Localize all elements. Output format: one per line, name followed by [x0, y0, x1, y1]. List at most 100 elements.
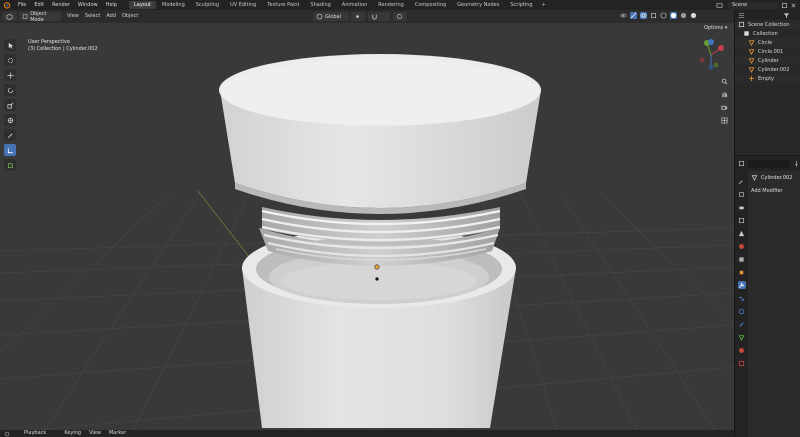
- annotate-tool[interactable]: [4, 129, 16, 141]
- tab-animation[interactable]: Animation: [337, 1, 373, 9]
- mesh-icon: [748, 58, 755, 64]
- outliner-row[interactable]: Scene Collection: [735, 20, 800, 29]
- viewport-canvas[interactable]: [0, 23, 734, 437]
- close-icon[interactable]: [790, 2, 797, 9]
- tab-data[interactable]: [738, 333, 746, 341]
- outliner-row[interactable]: Cylinder: [735, 56, 800, 65]
- tab-texture[interactable]: [738, 359, 746, 367]
- menu-add[interactable]: Add: [103, 10, 119, 23]
- blender-logo-icon[interactable]: [3, 1, 11, 9]
- tab-uv-editing[interactable]: UV Editing: [225, 1, 261, 9]
- menu-object[interactable]: Object: [119, 10, 141, 23]
- visibility-eye-icon[interactable]: [620, 12, 627, 19]
- navigation-gizmo[interactable]: [694, 38, 728, 72]
- shading-material-icon[interactable]: [680, 12, 687, 19]
- scale-tool[interactable]: [4, 99, 16, 111]
- add-workspace-button[interactable]: +: [539, 1, 549, 9]
- object-mode-icon: [22, 14, 28, 19]
- empty-icon: [748, 75, 755, 82]
- tab-compositing[interactable]: Compositing: [410, 1, 451, 9]
- timeline-editor-icon[interactable]: [4, 431, 10, 437]
- xray-icon[interactable]: [650, 12, 657, 19]
- properties-editor-icon[interactable]: [738, 160, 745, 167]
- menu-render[interactable]: Render: [48, 0, 74, 10]
- collection-info-label: (3) Collection | Cylinder.002: [28, 46, 98, 52]
- tab-render[interactable]: [738, 190, 746, 198]
- outliner-editor-icon[interactable]: [738, 12, 745, 19]
- cursor-tool[interactable]: [4, 54, 16, 66]
- tab-physics[interactable]: [738, 307, 746, 315]
- menu-view[interactable]: View: [64, 10, 82, 23]
- tab-world[interactable]: [738, 242, 746, 250]
- gizmo-toggle-icon[interactable]: [630, 12, 637, 19]
- add-cube-tool[interactable]: [4, 159, 16, 171]
- filter-icon[interactable]: [783, 12, 790, 19]
- select-tool[interactable]: [4, 39, 16, 51]
- outliner-row[interactable]: Collection: [735, 29, 800, 38]
- menu-timeline-view[interactable]: View: [85, 430, 105, 437]
- mesh-object-icon: [751, 175, 758, 181]
- mode-dropdown[interactable]: Object Mode: [19, 11, 61, 23]
- measure-tool[interactable]: [4, 144, 16, 156]
- scene-icon[interactable]: [716, 2, 723, 9]
- tab-layout[interactable]: Layout: [129, 1, 156, 9]
- add-cube-icon: [7, 162, 13, 168]
- move-tool[interactable]: [4, 69, 16, 81]
- pan-hand-icon[interactable]: [719, 89, 729, 99]
- 3d-viewport[interactable]: User Perspective (3) Collection | Cylind…: [0, 23, 734, 437]
- tab-shading[interactable]: Shading: [305, 1, 335, 9]
- tab-sculpting[interactable]: Sculpting: [191, 1, 224, 9]
- outliner-row[interactable]: Cylinder.002: [735, 65, 800, 74]
- tab-scene[interactable]: [738, 229, 746, 237]
- tab-collection[interactable]: [738, 255, 746, 263]
- snap-toggle[interactable]: [368, 12, 390, 21]
- rotate-tool[interactable]: [4, 84, 16, 96]
- overlays-icon[interactable]: [640, 12, 647, 19]
- menu-file[interactable]: File: [14, 0, 30, 10]
- menu-marker[interactable]: Marker: [105, 430, 130, 437]
- shading-rendered-icon[interactable]: [690, 12, 697, 19]
- proportional-edit-toggle[interactable]: [393, 12, 407, 21]
- scene-name-field[interactable]: Scene: [728, 1, 778, 9]
- properties-search-field[interactable]: [748, 159, 790, 168]
- transform-tool[interactable]: [4, 114, 16, 126]
- outliner-header: [735, 10, 800, 20]
- 3d-viewport-icon: [6, 13, 13, 20]
- origin-point: [374, 276, 380, 282]
- outliner-row[interactable]: Circle: [735, 38, 800, 47]
- camera-view-icon[interactable]: [719, 102, 729, 112]
- menu-edit[interactable]: Edit: [30, 0, 48, 10]
- menu-select[interactable]: Select: [82, 10, 103, 23]
- tab-tool[interactable]: [738, 177, 746, 185]
- menu-keying[interactable]: Keying: [60, 430, 85, 437]
- orientation-dropdown[interactable]: Global: [313, 12, 349, 21]
- menu-window[interactable]: Window: [74, 0, 102, 10]
- pivot-dropdown[interactable]: [351, 12, 365, 21]
- options-dropdown[interactable]: Options ▾: [704, 25, 727, 31]
- tab-rendering[interactable]: Rendering: [373, 1, 409, 9]
- tab-particles[interactable]: [738, 294, 746, 302]
- tab-material[interactable]: [738, 346, 746, 354]
- menu-help[interactable]: Help: [102, 0, 121, 10]
- tab-modeling[interactable]: Modeling: [157, 1, 190, 9]
- zoom-icon[interactable]: [719, 76, 729, 86]
- tab-geometry-nodes[interactable]: Geometry Nodes: [452, 1, 504, 9]
- tab-view-layer[interactable]: [738, 216, 746, 224]
- outliner-row[interactable]: Empty: [735, 74, 800, 83]
- outliner-row[interactable]: Circle.001: [735, 47, 800, 56]
- ortho-grid-icon[interactable]: [719, 115, 729, 125]
- menu-playback[interactable]: Playback: [20, 430, 50, 437]
- new-scene-icon[interactable]: [781, 2, 788, 9]
- shading-solid-icon[interactable]: [670, 12, 677, 19]
- pin-icon[interactable]: [793, 160, 800, 167]
- shading-wireframe-icon[interactable]: [660, 12, 667, 19]
- tab-scripting[interactable]: Scripting: [505, 1, 537, 9]
- tab-modifiers[interactable]: [737, 281, 746, 289]
- tab-constraints[interactable]: [738, 320, 746, 328]
- editor-type-button[interactable]: [3, 12, 17, 21]
- image-icon: [739, 217, 744, 223]
- tab-texture-paint[interactable]: Texture Paint: [262, 1, 304, 9]
- tab-object[interactable]: [738, 268, 746, 276]
- tab-output[interactable]: [738, 203, 746, 211]
- add-modifier-button[interactable]: Add Modifier: [751, 188, 783, 194]
